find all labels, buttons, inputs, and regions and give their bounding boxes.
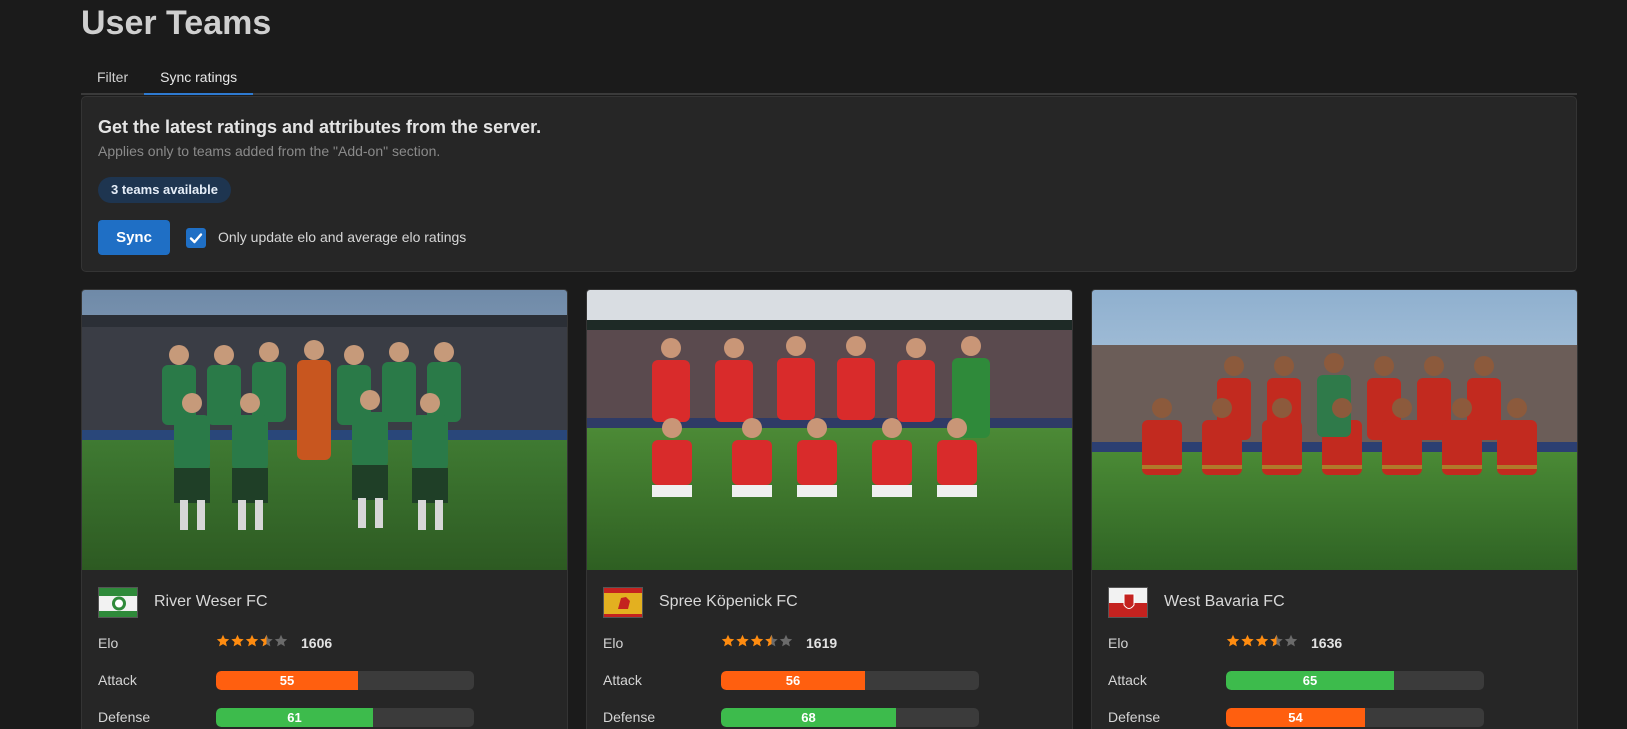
star-icon: [779, 634, 793, 647]
team-photo: [587, 290, 1072, 570]
attack-bar: 56: [721, 671, 979, 690]
attack-label: Attack: [98, 672, 137, 688]
star-icon: [1255, 634, 1269, 647]
elo-label: Elo: [603, 635, 624, 651]
star-icon: [1270, 634, 1283, 647]
star-icon: [736, 634, 749, 647]
team-card[interactable]: West Bavaria FC Elo 1636 Attack 65 Defen…: [1091, 289, 1578, 729]
star-icon: [1241, 634, 1254, 647]
sync-heading: Get the latest ratings and attributes fr…: [98, 117, 542, 137]
defense-label: Defense: [1108, 709, 1161, 725]
team-flag: [98, 587, 138, 618]
team-card[interactable]: Spree Köpenick FC Elo 1619 Attack 56 Def…: [586, 289, 1073, 729]
star-rating: [721, 634, 793, 648]
tab-bar: Filter Sync ratings: [81, 60, 1577, 95]
team-card[interactable]: River Weser FC Elo 1606 Attack 55 Defens…: [81, 289, 568, 729]
teams-available-badge: 3 teams available: [98, 177, 231, 203]
team-name: West Bavaria FC: [1164, 593, 1285, 610]
star-icon: [1226, 634, 1240, 647]
defense-bar: 54: [1226, 708, 1484, 727]
elo-value: 1606: [301, 635, 333, 651]
defense-value: 54: [1288, 710, 1303, 725]
star-icon: [216, 634, 230, 647]
elo-label: Elo: [98, 635, 119, 651]
attack-label: Attack: [1108, 672, 1147, 688]
defense-bar: 68: [721, 708, 979, 727]
team-name: River Weser FC: [154, 593, 268, 610]
team-flag: [603, 587, 643, 618]
tab-filter[interactable]: Filter: [81, 60, 144, 95]
star-icon: [1284, 634, 1298, 647]
star-icon: [750, 634, 764, 647]
elo-only-checkbox-label[interactable]: Only update elo and average elo ratings: [218, 229, 466, 245]
elo-value: 1619: [806, 635, 838, 651]
elo-value: 1636: [1311, 635, 1343, 651]
defense-label: Defense: [603, 709, 656, 725]
elo-label: Elo: [1108, 635, 1129, 651]
star-icon: [231, 634, 244, 647]
team-photo: [82, 290, 567, 570]
attack-value: 56: [785, 673, 801, 688]
checkmark-icon: [189, 233, 203, 244]
attack-bar: 65: [1226, 671, 1484, 690]
team-name: Spree Köpenick FC: [659, 593, 798, 610]
defense-value: 68: [801, 710, 816, 725]
sync-subtext: Applies only to teams added from the "Ad…: [98, 143, 441, 159]
star-rating: [1226, 634, 1298, 648]
star-icon: [245, 634, 259, 647]
star-icon: [765, 634, 778, 647]
page-title: User Teams: [81, 4, 272, 42]
tab-sync-ratings[interactable]: Sync ratings: [144, 60, 254, 95]
defense-bar: 61: [216, 708, 474, 727]
attack-value: 55: [279, 673, 295, 688]
defense-label: Defense: [98, 709, 151, 725]
elo-only-checkbox[interactable]: [186, 228, 206, 248]
attack-label: Attack: [603, 672, 642, 688]
sync-button[interactable]: Sync: [98, 220, 170, 255]
star-icon: [721, 634, 735, 647]
star-icon: [260, 634, 273, 647]
team-photo: [1092, 290, 1577, 570]
star-icon: [274, 634, 288, 647]
team-flag: [1108, 587, 1148, 618]
sync-panel: Get the latest ratings and attributes fr…: [81, 96, 1577, 272]
defense-value: 61: [287, 710, 302, 725]
star-rating: [216, 634, 288, 648]
attack-value: 65: [1302, 673, 1318, 688]
attack-bar: 55: [216, 671, 474, 690]
